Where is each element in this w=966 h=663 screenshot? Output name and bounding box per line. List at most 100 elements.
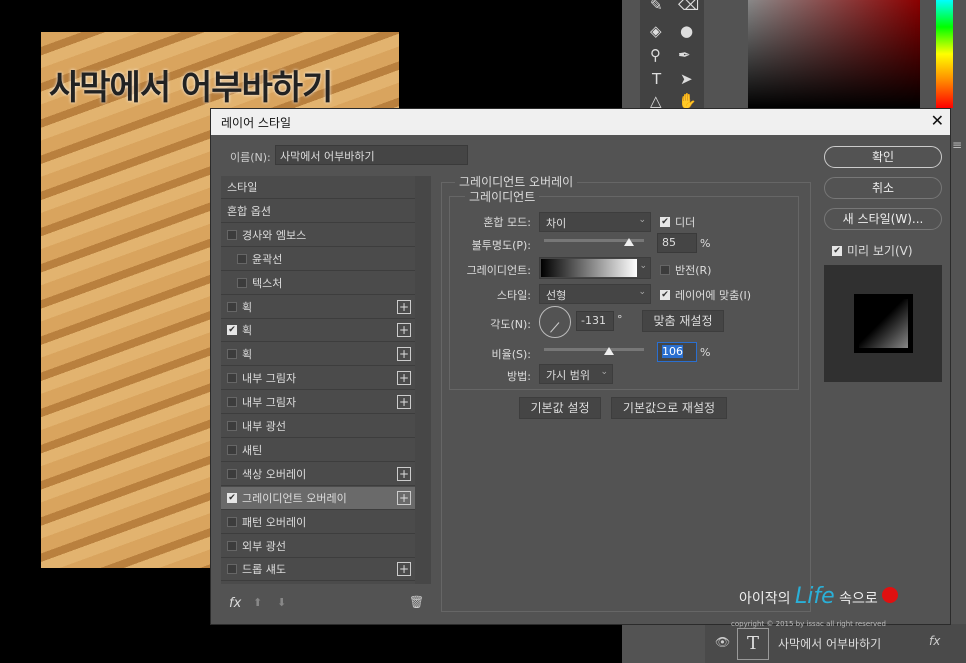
layer-row[interactable]: 👁 T 사막에서 어부바하기 fx <box>705 624 966 663</box>
reset-to-default-button[interactable]: 기본값으로 재설정 <box>611 397 727 419</box>
style-item[interactable]: 내부 광선 <box>221 415 415 438</box>
checkbox-icon[interactable] <box>237 253 247 264</box>
layer-name: 사막에서 어부바하기 <box>778 637 882 651</box>
eraser-tool-icon[interactable]: ⌫ <box>678 0 699 14</box>
styles-list-scrollbar[interactable] <box>415 176 431 584</box>
gradient-swatch[interactable] <box>541 259 637 277</box>
style-item[interactable]: 새틴 <box>221 439 415 462</box>
opacity-slider[interactable] <box>544 238 644 246</box>
style-item[interactable]: 내부 그림자 + <box>221 391 415 415</box>
dither-checkbox[interactable]: ✔ 디더 <box>660 214 695 230</box>
blend-mode-select[interactable]: 차이 ⌄ <box>539 212 651 232</box>
panel-menu-icon[interactable]: ≡ <box>952 138 962 152</box>
selection-tool-icon[interactable]: ➤ <box>680 70 693 88</box>
checkbox-icon[interactable] <box>227 516 237 527</box>
checkbox-icon[interactable] <box>227 540 237 551</box>
opacity-input[interactable]: 85 <box>657 233 697 253</box>
make-default-button[interactable]: 기본값 설정 <box>519 397 601 419</box>
checkbox-icon[interactable]: ✔ <box>227 325 237 336</box>
scale-slider-thumb[interactable] <box>604 347 614 355</box>
checkbox-icon[interactable] <box>227 444 237 455</box>
dialog-titlebar[interactable]: 레이어 스타일 ✕ <box>211 109 950 135</box>
add-effect-icon[interactable]: + <box>397 371 411 386</box>
style-item[interactable]: 내부 그림자 + <box>221 367 415 391</box>
reverse-label: 반전(R) <box>675 264 712 277</box>
add-effect-icon[interactable]: + <box>397 323 411 338</box>
style-item[interactable]: 색상 오버레이 + <box>221 463 415 486</box>
angle-dial[interactable] <box>539 306 571 338</box>
checkbox-icon[interactable] <box>227 468 237 479</box>
style-item[interactable]: 윤곽선 <box>221 248 415 271</box>
add-effect-icon[interactable]: + <box>397 562 411 577</box>
checkbox-icon[interactable] <box>227 421 237 431</box>
fx-menu-button[interactable]: fx <box>229 596 241 611</box>
style-item[interactable]: 패턴 오버레이 <box>221 511 415 534</box>
style-item[interactable]: 스타일 <box>221 176 415 199</box>
method-select[interactable]: 가시 범위 ⌄ <box>539 364 613 384</box>
style-item[interactable]: 경사와 엠보스 <box>221 224 415 247</box>
reset-alignment-button[interactable]: 맞춤 재설정 <box>642 310 724 332</box>
move-down-icon[interactable]: ⬇ <box>277 596 286 609</box>
add-effect-icon[interactable]: + <box>397 490 411 505</box>
style-select[interactable]: 선형 ⌄ <box>539 284 651 304</box>
style-item[interactable]: 획 + <box>221 343 415 367</box>
chevron-down-icon: ⌄ <box>600 367 608 377</box>
style-item-label: 혼합 옵션 <box>227 204 271 218</box>
style-item-label: 내부 광선 <box>242 420 286 433</box>
add-effect-icon[interactable]: + <box>397 466 411 481</box>
add-effect-icon[interactable]: + <box>397 395 411 410</box>
ok-button[interactable]: 확인 <box>824 146 942 168</box>
blur-tool-icon[interactable]: ● <box>680 22 693 40</box>
checkbox-icon[interactable] <box>227 229 237 240</box>
scale-slider[interactable] <box>544 347 644 355</box>
angle-input[interactable]: -131 <box>576 311 614 331</box>
checkbox-icon[interactable] <box>227 301 237 312</box>
new-style-button[interactable]: 새 스타일(W)... <box>824 208 942 230</box>
style-item[interactable]: 드롭 섀도 + <box>221 558 415 582</box>
checkbox-icon[interactable] <box>227 373 237 384</box>
watermark-life: Life <box>794 584 835 609</box>
checkbox-icon[interactable] <box>237 277 247 288</box>
opacity-slider-thumb[interactable] <box>624 238 634 246</box>
scale-value: 106 <box>662 345 683 358</box>
group-title: 그레이디언트 <box>465 188 540 205</box>
style-item[interactable]: 텍스처 <box>221 272 415 295</box>
opacity-percent: % <box>700 237 711 250</box>
layer-fx-icon[interactable]: fx <box>929 634 940 648</box>
add-effect-icon[interactable]: + <box>397 347 411 362</box>
close-icon[interactable]: ✕ <box>931 111 944 130</box>
pen-tool-icon[interactable]: ✒ <box>678 46 691 64</box>
move-up-icon[interactable]: ⬆ <box>253 596 262 609</box>
checkbox-icon[interactable] <box>227 349 237 360</box>
reverse-checkbox[interactable]: 반전(R) <box>660 262 711 278</box>
cancel-button[interactable]: 취소 <box>824 177 942 199</box>
brush-tool-icon[interactable]: ✎ <box>650 0 663 14</box>
style-value: 선형 <box>546 289 567 302</box>
chevron-down-icon: ⌄ <box>638 215 646 225</box>
type-tool-icon[interactable]: T <box>652 70 661 88</box>
gradient-label: 그레이디언트: <box>466 264 531 277</box>
style-item[interactable]: ✔ 획 + <box>221 319 415 343</box>
color-picker-field[interactable] <box>748 0 920 108</box>
gradient-picker[interactable]: ⌄ <box>539 257 651 279</box>
hue-slider[interactable] <box>936 0 953 108</box>
chevron-down-icon[interactable]: ⌄ <box>639 261 647 271</box>
style-item[interactable]: 외부 광선 <box>221 535 415 558</box>
style-item[interactable]: ✔ 그레이디언트 오버레이 + <box>221 486 415 510</box>
style-item[interactable]: 획 + <box>221 296 415 319</box>
trash-icon[interactable]: 🗑 <box>409 595 424 609</box>
style-item[interactable]: 혼합 옵션 <box>221 200 415 223</box>
add-effect-icon[interactable]: + <box>397 299 411 314</box>
scale-input[interactable]: 106 <box>657 342 697 362</box>
preview-checkbox[interactable]: ✔ 미리 보기(V) <box>832 242 913 259</box>
paint-bucket-tool-icon[interactable]: ◈ <box>650 22 662 40</box>
align-with-layer-checkbox[interactable]: ✔ 레이어에 맞춤(I) <box>660 287 751 303</box>
method-value: 가시 범위 <box>546 369 590 382</box>
dodge-tool-icon[interactable]: ⚲ <box>650 46 661 64</box>
checkbox-icon[interactable] <box>227 564 237 575</box>
style-item-label: 내부 그림자 <box>242 396 297 410</box>
checkbox-icon[interactable]: ✔ <box>227 492 237 503</box>
layer-name-input[interactable]: 사막에서 어부바하기 <box>275 145 468 165</box>
checkbox-icon[interactable] <box>227 397 237 408</box>
visibility-eye-icon[interactable]: 👁 <box>715 635 730 649</box>
